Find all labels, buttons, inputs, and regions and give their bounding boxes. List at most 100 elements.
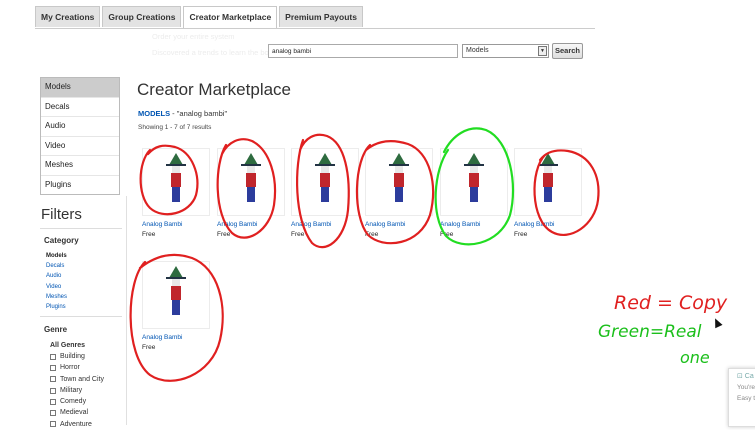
notification-popup[interactable]: ⊡ Ca You're Easy t <box>728 368 755 427</box>
model-name-link[interactable]: Analog Bambi <box>142 220 212 230</box>
genre-option[interactable]: Adventure <box>50 419 104 430</box>
genre-label-text: Building <box>60 353 85 360</box>
page-title: Creator Marketplace <box>137 80 292 99</box>
checkbox[interactable] <box>50 376 56 383</box>
model-name-link[interactable]: Analog Bambi <box>291 220 361 230</box>
genre-label: Genre <box>44 325 68 334</box>
analog-bambi-model-image <box>166 153 186 205</box>
results-count: Showing 1 - 7 of 7 results <box>138 124 212 131</box>
analog-bambi-model-image <box>538 153 558 205</box>
search-input[interactable]: analog bambi <box>268 44 458 58</box>
model-card[interactable]: Analog Bambi Free <box>142 148 212 239</box>
nav-item-plugins[interactable]: Plugins <box>41 176 119 195</box>
category-filter-list: Models Decals Audio Video Meshes Plugins <box>46 251 67 312</box>
green-real-note: one <box>680 348 710 367</box>
model-price: Free <box>514 231 528 238</box>
model-price: Free <box>291 231 305 238</box>
checkbox[interactable] <box>50 364 56 371</box>
model-name-link[interactable]: Analog Bambi <box>514 220 584 230</box>
checkbox[interactable] <box>50 421 56 428</box>
model-card[interactable]: Analog Bambi Free <box>440 148 510 239</box>
model-name-link[interactable]: Analog Bambi <box>440 220 510 230</box>
model-card[interactable]: Analog Bambi Free <box>365 148 435 239</box>
category-filter-decals[interactable]: Decals <box>46 261 67 271</box>
analog-bambi-model-image <box>166 266 186 318</box>
category-filter-models[interactable]: Models <box>46 251 67 261</box>
model-price: Free <box>365 231 379 238</box>
nav-item-models[interactable]: Models <box>41 78 119 98</box>
filters-title: Filters <box>41 206 82 223</box>
category-filter-audio[interactable]: Audio <box>46 271 67 281</box>
model-thumbnail[interactable] <box>291 148 359 216</box>
tab-group-creations[interactable]: Group Creations <box>102 6 182 27</box>
model-price: Free <box>440 231 454 238</box>
popup-text: Easy t <box>737 395 755 402</box>
analog-bambi-model-image <box>315 153 335 205</box>
popup-text: You're <box>737 384 755 391</box>
model-name-link[interactable]: Analog Bambi <box>217 220 287 230</box>
divider <box>40 316 122 317</box>
analog-bambi-model-image <box>464 153 484 205</box>
background-ghost-text: Order your entire system <box>152 32 235 41</box>
genre-option[interactable]: Horror <box>50 362 104 373</box>
checkbox[interactable] <box>50 398 56 405</box>
model-thumbnail[interactable] <box>142 148 210 216</box>
model-thumbnail[interactable] <box>440 148 508 216</box>
model-thumbnail[interactable] <box>217 148 285 216</box>
divider <box>40 228 122 229</box>
tab-my-creations[interactable]: My Creations <box>35 6 101 27</box>
genre-label-text: Military <box>60 386 83 394</box>
mouse-cursor-icon <box>711 316 723 329</box>
genre-option[interactable]: Medieval <box>50 407 104 418</box>
category-label: Category <box>44 236 79 245</box>
tab-creator-marketplace[interactable]: Creator Marketplace <box>183 6 278 28</box>
background-ghost-text: Discovered a trends to learn the bo <box>152 48 269 57</box>
nav-item-meshes[interactable]: Meshes <box>41 156 119 176</box>
model-price: Free <box>142 231 156 238</box>
genre-option[interactable]: Building <box>50 351 104 362</box>
model-name-link[interactable]: Analog Bambi <box>142 333 212 343</box>
model-thumbnail[interactable] <box>142 261 210 329</box>
category-filter-video[interactable]: Video <box>46 282 67 292</box>
nav-item-decals[interactable]: Decals <box>41 98 119 117</box>
breadcrumb-category-link[interactable]: MODELS <box>138 109 170 118</box>
checkbox[interactable] <box>50 353 56 360</box>
model-card[interactable]: Analog Bambi Free <box>291 148 361 239</box>
genre-option[interactable]: Military <box>50 385 104 396</box>
category-select-value: Models <box>466 47 489 54</box>
genre-all[interactable]: All Genres <box>50 340 104 351</box>
category-filter-meshes[interactable]: Meshes <box>46 292 67 302</box>
model-thumbnail[interactable] <box>514 148 582 216</box>
tab-divider <box>35 28 595 29</box>
genre-option[interactable]: Town and City <box>50 374 104 385</box>
breadcrumb-query: - "analog bambi" <box>170 109 228 118</box>
genre-label-text: Medieval <box>60 409 89 417</box>
genre-label-text: Town and City <box>60 375 104 383</box>
checkbox[interactable] <box>50 410 56 417</box>
model-card[interactable]: Analog Bambi Free <box>514 148 584 239</box>
model-price: Free <box>217 231 231 238</box>
popup-header: ⊡ Ca <box>737 373 754 380</box>
nav-item-audio[interactable]: Audio <box>41 117 119 137</box>
search-button[interactable]: Search <box>552 43 583 59</box>
sidebar-divider <box>126 196 127 425</box>
model-thumbnail[interactable] <box>365 148 433 216</box>
breadcrumb: MODELS - "analog bambi" <box>138 109 227 118</box>
genre-label-text: Comedy <box>60 398 87 406</box>
model-name-link[interactable]: Analog Bambi <box>365 220 435 230</box>
analog-bambi-model-image <box>389 153 409 205</box>
tab-bar: My Creations Group Creations Creator Mar… <box>35 6 365 28</box>
analog-bambi-model-image <box>241 153 261 205</box>
model-price: Free <box>142 344 156 351</box>
genre-option[interactable]: Comedy <box>50 396 104 407</box>
model-card[interactable]: Analog Bambi Free <box>142 261 212 352</box>
category-select[interactable]: Models ▼ <box>462 44 549 58</box>
asset-type-nav: Models Decals Audio Video Meshes Plugins <box>40 77 120 195</box>
nav-item-video[interactable]: Video <box>41 137 119 156</box>
category-filter-plugins[interactable]: Plugins <box>46 302 67 312</box>
red-copy-note: Red = Copy <box>614 292 728 314</box>
tab-premium-payouts[interactable]: Premium Payouts <box>279 6 363 27</box>
checkbox[interactable] <box>50 387 56 394</box>
chevron-down-icon: ▼ <box>538 46 547 56</box>
model-card[interactable]: Analog Bambi Free <box>217 148 287 239</box>
